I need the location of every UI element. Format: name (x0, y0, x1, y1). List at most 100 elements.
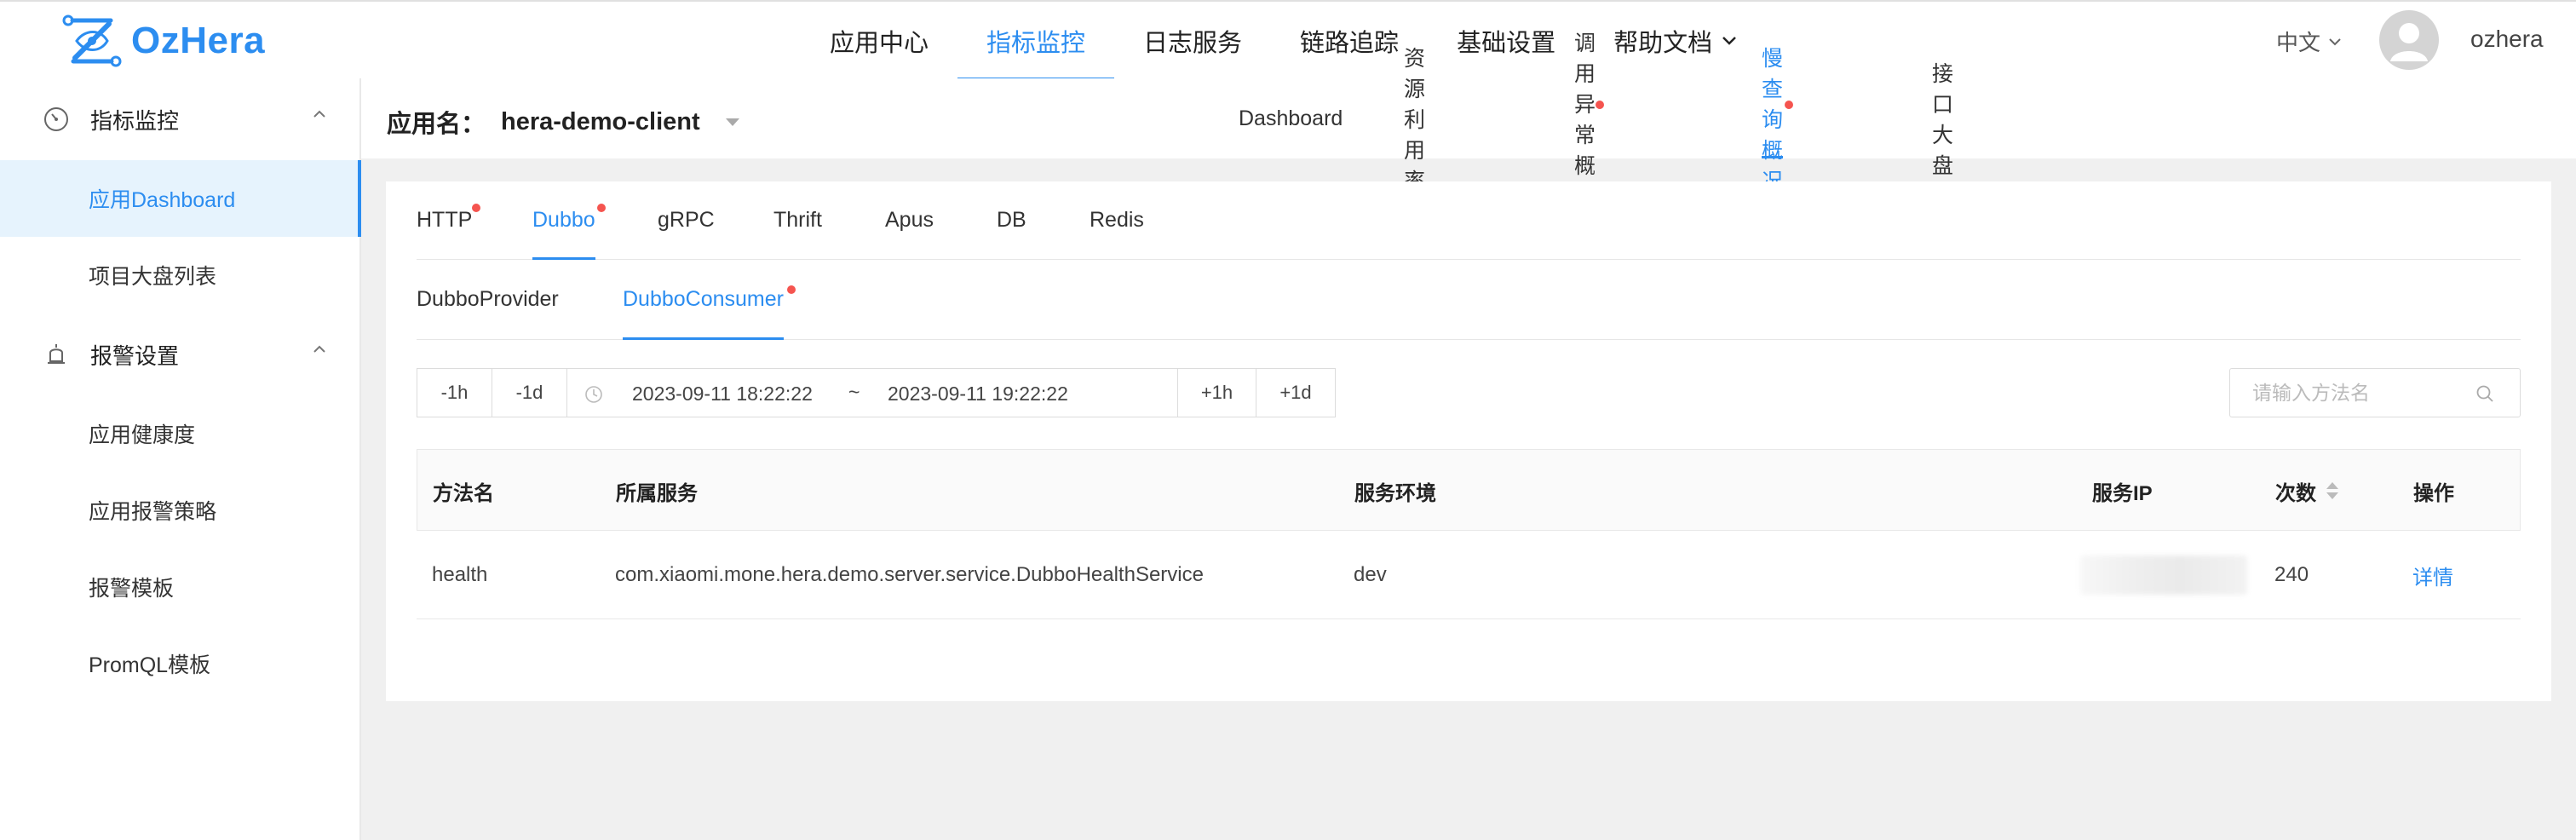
ozhera-logo-icon (62, 14, 122, 67)
tab-label: Apus (885, 208, 934, 232)
tab-slow-queries[interactable]: 慢查询概况 (1762, 47, 1794, 193)
tab-label: HTTP (417, 208, 473, 232)
column-header-count[interactable]: 次数 (2275, 450, 2338, 532)
chevron-up-icon (313, 345, 325, 353)
notification-dot (472, 204, 481, 212)
sidebar-item-label: 项目大盘列表 (89, 265, 217, 289)
nav-log-service[interactable]: 日志服务 (1114, 2, 1271, 80)
tab-db[interactable]: DB (997, 181, 1026, 259)
tab-apus[interactable]: Apus (885, 181, 934, 259)
column-header-label: 次数 (2275, 481, 2316, 505)
sidebar-item-alarm-template[interactable]: 报警模板 (0, 549, 359, 625)
tab-label: DubboConsumer (623, 287, 784, 311)
notification-dot (1785, 101, 1794, 109)
chevron-up-icon (313, 110, 325, 118)
minus-1d-button[interactable]: -1d (492, 368, 567, 417)
app-name-value: hera-demo-client (501, 107, 700, 135)
app-header: 应用名： hera-demo-client Dashboard 资源利用率 调用… (361, 32, 2576, 209)
sidebar-item-label: PromQL模板 (89, 653, 211, 677)
tab-thrift[interactable]: Thrift (773, 181, 822, 259)
speedometer-icon (44, 107, 68, 131)
tab-dubbo-provider[interactable]: DubboProvider (417, 260, 559, 339)
username[interactable]: ozhera (2470, 26, 2544, 53)
tab-resource-usage[interactable]: 资源利用率 (1404, 47, 1425, 193)
app-selector[interactable]: 应用名： hera-demo-client (387, 104, 739, 140)
sidebar-group-label: 报警设置 (90, 342, 180, 369)
clock-icon (585, 386, 602, 403)
tab-redis[interactable]: Redis (1090, 181, 1144, 259)
language-switcher[interactable]: 中文 (2276, 26, 2343, 57)
plus-1d-button[interactable]: +1d (1256, 368, 1336, 417)
sidebar-item-app-dashboard[interactable]: 应用Dashboard (0, 160, 361, 237)
tab-dubbo-consumer[interactable]: DubboConsumer (623, 260, 796, 340)
redacted-ip-blur (2080, 555, 2247, 595)
tab-call-exceptions[interactable]: 调用异常概况 (1574, 32, 1605, 209)
chevron-down-icon (1722, 37, 1736, 45)
cell-count: 240 (2274, 563, 2309, 586)
table-header: 方法名 所属服务 服务环境 服务IP 次数 操作 (417, 449, 2521, 531)
sidebar-item-alarm-strategy[interactable]: 应用报警策略 (0, 472, 359, 549)
sidebar-item-promql-template[interactable]: PromQL模板 (0, 625, 359, 702)
main-nav: 应用中心 指标监控 日志服务 链路追踪 基础设置 帮助文档 (801, 2, 1767, 80)
sidebar-item-project-board-list[interactable]: 项目大盘列表 (0, 237, 359, 314)
tab-interface-board[interactable]: 接口大盘 (1932, 62, 1953, 178)
sidebar-item-label: 应用报警策略 (89, 500, 217, 524)
column-header-ip: 服务IP (2092, 481, 2153, 505)
tab-label: Dubbo (532, 208, 595, 232)
method-search-input[interactable] (2230, 369, 2469, 417)
tab-label: DubboProvider (417, 287, 559, 311)
tab-label: Thrift (773, 208, 822, 232)
tab-label: Redis (1090, 208, 1144, 232)
plus-1h-button[interactable]: +1h (1177, 368, 1256, 417)
sort-descending-icon (2326, 492, 2338, 499)
nav-label: 基础设置 (1457, 30, 1556, 57)
sort-ascending-icon (2326, 482, 2338, 489)
tab-label: gRPC (658, 208, 715, 232)
search-icon[interactable] (2475, 384, 2494, 403)
tab-label: 慢查询概况 (1762, 47, 1784, 193)
protocol-tabs: HTTP Dubbo gRPC Thrift Apus DB Redis (417, 181, 2521, 260)
nav-label: 日志服务 (1143, 30, 1243, 57)
range-start: 2023-09-11 18:22:22 (632, 383, 813, 405)
cell-ip (2080, 531, 2247, 619)
user-icon (2390, 23, 2428, 61)
tab-label: 资源利用率 (1404, 47, 1426, 193)
cell-method: health (432, 563, 488, 586)
top-navbar: OzHera 应用中心 指标监控 日志服务 链路追踪 基础设置 帮助文档 中文 … (0, 0, 2576, 80)
sidebar-group-metrics[interactable]: 指标监控 (0, 78, 359, 160)
table-row: health com.xiaomi.mone.hera.demo.server.… (417, 531, 2521, 619)
sidebar-item-label: 报警模板 (89, 577, 175, 601)
brand-logo[interactable]: OzHera (61, 14, 265, 68)
nav-app-center[interactable]: 应用中心 (801, 2, 957, 80)
sidebar-item-app-health[interactable]: 应用健康度 (0, 395, 359, 472)
sidebar: 指标监控 应用Dashboard 项目大盘列表 报警设置 应用健康度 应用报警策… (0, 78, 361, 840)
cell-service: com.xiaomi.mone.hera.demo.server.service… (615, 563, 1204, 586)
tab-dubbo[interactable]: Dubbo (532, 181, 606, 260)
tab-grpc[interactable]: gRPC (658, 181, 715, 259)
notification-dot (1596, 101, 1605, 109)
sidebar-item-label: 应用Dashboard (89, 188, 236, 212)
range-separator: ~ (848, 381, 860, 403)
column-header-env: 服务环境 (1354, 481, 1436, 505)
nav-help-docs[interactable]: 帮助文档 (1584, 2, 1767, 80)
sort-icon[interactable] (2326, 482, 2338, 499)
chevron-down-icon (2329, 37, 2341, 45)
sidebar-group-label: 指标监控 (90, 107, 180, 134)
nav-label: 应用中心 (830, 30, 929, 57)
nav-label: 帮助文档 (1613, 30, 1713, 57)
caret-down-icon (725, 118, 739, 126)
user-avatar[interactable] (2379, 10, 2439, 70)
nav-metrics-monitoring[interactable]: 指标监控 (957, 2, 1115, 80)
nav-basic-settings[interactable]: 基础设置 (1428, 2, 1584, 80)
slow-query-panel: HTTP Dubbo gRPC Thrift Apus DB Redis Dub… (386, 181, 2551, 701)
minus-1h-button[interactable]: -1h (417, 368, 492, 417)
sidebar-group-alarm-settings[interactable]: 报警设置 (0, 314, 359, 395)
time-range-bar: -1h -1d 2023-09-11 18:22:22 ~ 2023-09-11… (417, 368, 1336, 417)
details-link[interactable]: 详情 (2412, 531, 2453, 619)
language-label: 中文 (2276, 30, 2321, 55)
tab-http[interactable]: HTTP (417, 181, 481, 259)
date-range-picker[interactable]: 2023-09-11 18:22:22 ~ 2023-09-11 19:22:2… (566, 368, 1178, 417)
tab-dashboard[interactable]: Dashboard (1239, 78, 1343, 158)
tab-label: 接口大盘 (1932, 62, 1954, 178)
method-search (2229, 368, 2521, 417)
